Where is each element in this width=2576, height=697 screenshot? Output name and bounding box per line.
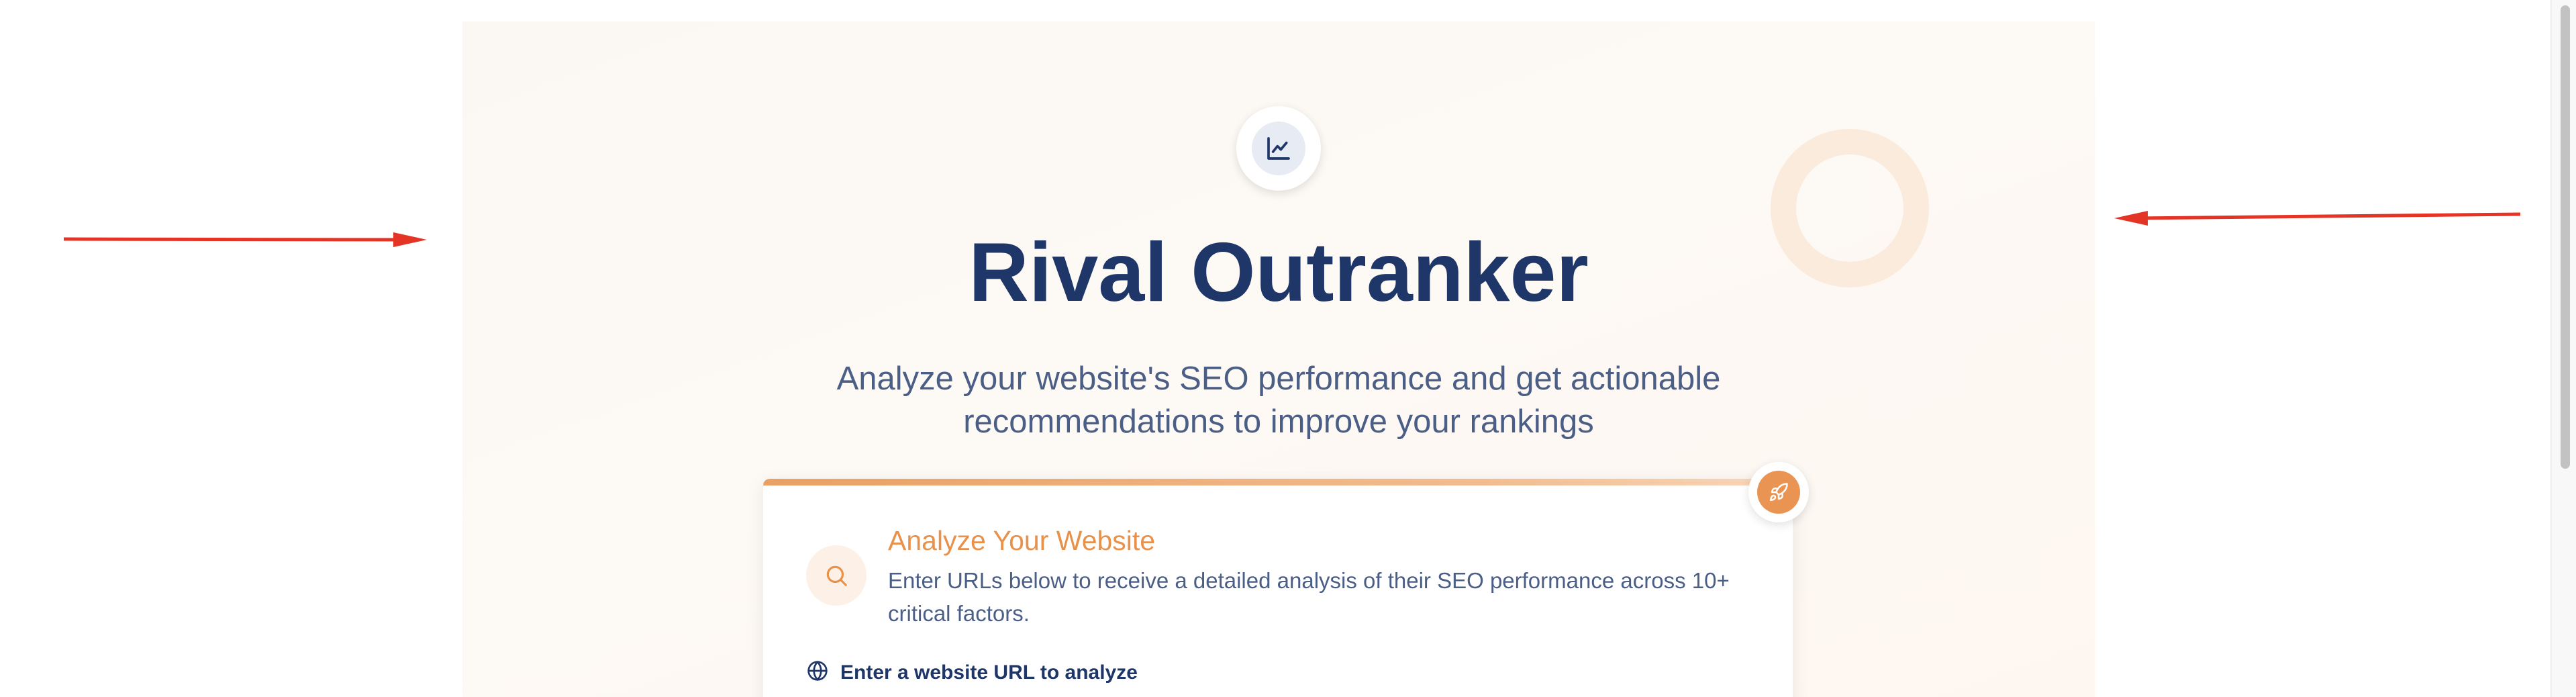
- card-description: Enter URLs below to receive a detailed a…: [888, 568, 1730, 626]
- line-chart-icon: [1252, 122, 1305, 175]
- rocket-icon: [1757, 471, 1800, 514]
- logo-badge: [1236, 106, 1321, 191]
- url-field-label-row: Enter a website URL to analyze: [807, 660, 1138, 685]
- rocket-badge: [1748, 462, 1809, 522]
- scrollbar-thumb[interactable]: [2561, 5, 2570, 469]
- left-annotation-arrow: [63, 232, 427, 247]
- right-annotation-arrow: [2114, 211, 2521, 226]
- card-accent-bar: [763, 479, 1793, 485]
- search-icon: [806, 545, 866, 606]
- page-title: Rival Outranker: [969, 226, 1589, 319]
- globe-icon: [807, 660, 828, 685]
- url-field-label: Enter a website URL to analyze: [840, 661, 1138, 684]
- page-subtitle: Analyze your website's SEO performance a…: [836, 361, 1721, 440]
- page: Rival Outranker Analyze your website's S…: [0, 0, 2576, 697]
- card-heading: Analyze Your Website: [888, 525, 1156, 556]
- vertical-scrollbar[interactable]: [2550, 0, 2576, 697]
